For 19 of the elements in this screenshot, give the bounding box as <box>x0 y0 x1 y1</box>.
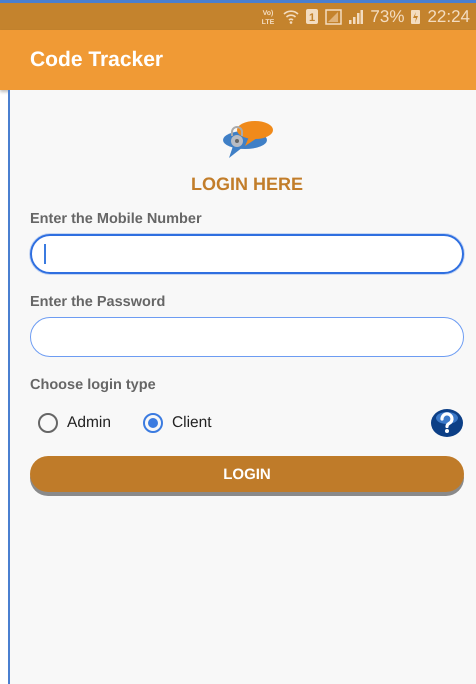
input-field[interactable] <box>30 317 464 357</box>
login-type-label: Choose login type <box>30 377 157 393</box>
radio-option[interactable]: Admin <box>38 413 111 433</box>
input-field[interactable] <box>30 234 464 274</box>
clock: 22:24 <box>427 6 470 26</box>
wifi-icon <box>283 9 300 24</box>
radio-button[interactable] <box>142 413 163 433</box>
field-label: Enter the Mobile Number <box>30 211 203 227</box>
radio-option[interactable]: Client <box>142 413 212 433</box>
sim-icon: 1 <box>306 9 318 24</box>
help-icon[interactable] <box>430 408 464 438</box>
app-title: Code Tracker <box>30 48 164 72</box>
image-icon <box>325 8 342 24</box>
signal-icon <box>349 10 364 24</box>
login-heading: LOGIN HERE <box>190 174 303 195</box>
field-label: Enter the Password <box>30 294 166 310</box>
battery-charging-icon <box>411 9 420 24</box>
battery-percent: 73% <box>370 6 404 26</box>
radio-button[interactable] <box>38 413 58 433</box>
